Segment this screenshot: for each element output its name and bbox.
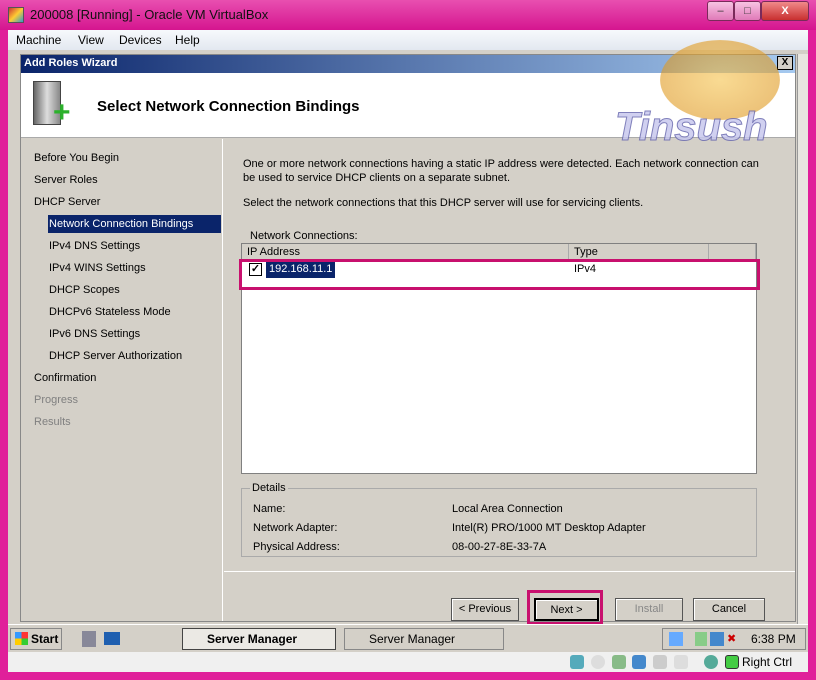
detail-adapter-value: Intel(R) PRO/1000 MT Desktop Adapter: [452, 522, 646, 534]
nav-item[interactable]: IPv4 DNS Settings: [48, 237, 221, 255]
volume-muted-icon[interactable]: ✖: [727, 632, 739, 646]
update-icon[interactable]: [669, 632, 683, 646]
wizard-nav: Before You Begin Server Roles DHCP Server N…: [21, 139, 223, 621]
nav-item[interactable]: Confirmation: [33, 369, 221, 387]
nav-item[interactable]: Server Roles: [33, 171, 221, 189]
nav-item[interactable]: DHCPv6 Stateless Mode: [48, 303, 221, 321]
wizard-close-button[interactable]: X: [777, 56, 793, 70]
detail-mac-label: Physical Address:: [253, 541, 340, 553]
detail-name-label: Name:: [253, 503, 286, 515]
details-group: Details Name: Local Area Connection Netw…: [241, 482, 757, 557]
virtualbox-icon: [8, 7, 24, 23]
list-label: Network Connections:: [250, 230, 358, 242]
next-highlight-box: [527, 590, 603, 625]
column-blank: [709, 244, 756, 260]
shared-folders-icon[interactable]: [653, 655, 667, 669]
menu-machine[interactable]: Machine: [16, 33, 61, 47]
highlight-box: [239, 259, 760, 290]
divider: [224, 571, 795, 572]
mouse-integration-icon[interactable]: [704, 655, 718, 669]
host-key-label: Right Ctrl: [742, 655, 793, 669]
nav-item[interactable]: DHCP Server: [33, 193, 221, 211]
menu-help[interactable]: Help: [175, 33, 200, 47]
usb-icon[interactable]: [612, 655, 626, 669]
intro-text: One or more network connections having a…: [243, 158, 759, 184]
column-type[interactable]: Type: [569, 244, 709, 260]
nav-item[interactable]: Network Connection Bindings: [48, 215, 221, 233]
network-icon[interactable]: [632, 655, 646, 669]
start-button[interactable]: Start: [10, 628, 62, 650]
minimize-button[interactable]: –: [707, 1, 734, 21]
windows-logo-icon: [15, 632, 28, 645]
server-manager-quicklaunch-icon[interactable]: [82, 631, 96, 647]
plus-icon: +: [53, 96, 71, 129]
detail-name-value: Local Area Connection: [452, 503, 563, 515]
task-server-manager-active[interactable]: Server Manager: [182, 628, 336, 650]
page-title: Select Network Connection Bindings: [97, 98, 360, 115]
nav-item[interactable]: DHCP Server Authorization: [48, 347, 221, 365]
install-button: Install: [615, 598, 683, 621]
task-server-manager[interactable]: Server Manager: [344, 628, 504, 650]
show-desktop-icon[interactable]: [104, 632, 120, 645]
menu-devices[interactable]: Devices: [119, 33, 162, 47]
details-title: Details: [250, 482, 288, 494]
instruction-text: Select the network connections that this…: [243, 197, 644, 209]
cancel-button[interactable]: Cancel: [693, 598, 765, 621]
optical-drive-icon[interactable]: [591, 655, 605, 669]
nav-item[interactable]: DHCP Scopes: [48, 281, 221, 299]
nav-item: Results: [34, 416, 71, 428]
scrollbar[interactable]: [797, 54, 808, 624]
column-ip-address[interactable]: IP Address: [242, 244, 569, 260]
detail-mac-value: 08-00-27-8E-33-7A: [452, 541, 547, 553]
menu-view[interactable]: View: [78, 33, 104, 47]
network-warning-icon[interactable]: [710, 632, 724, 646]
system-tray: ✖ 6:38 PM: [662, 628, 806, 650]
vm-status-bar: Right Ctrl: [8, 652, 808, 672]
close-button[interactable]: X: [761, 1, 809, 21]
window-title: 200008 [Running] - Oracle VM VirtualBox: [30, 7, 269, 22]
watermark-logo: Tinsush: [615, 105, 769, 150]
detail-adapter-label: Network Adapter:: [253, 522, 338, 534]
nav-item[interactable]: IPv4 WINS Settings: [48, 259, 221, 277]
wizard-title: Add Roles Wizard: [24, 57, 118, 69]
taskbar: Start Server Manager Server Manager ✖ 6:…: [8, 624, 808, 652]
nav-item[interactable]: IPv6 DNS Settings: [48, 325, 221, 343]
start-label: Start: [31, 632, 59, 646]
clock[interactable]: 6:38 PM: [751, 632, 796, 646]
capture-icon[interactable]: [674, 655, 688, 669]
nav-item[interactable]: Before You Begin: [33, 149, 221, 167]
nav-item: Progress: [34, 394, 79, 406]
keyboard-capture-icon[interactable]: [725, 655, 739, 669]
power-icon[interactable]: [695, 632, 707, 646]
previous-button[interactable]: < Previous: [451, 598, 519, 621]
window-titlebar: 200008 [Running] - Oracle VM VirtualBox …: [0, 0, 816, 30]
hard-disk-icon[interactable]: [570, 655, 584, 669]
maximize-button[interactable]: □: [734, 1, 761, 21]
